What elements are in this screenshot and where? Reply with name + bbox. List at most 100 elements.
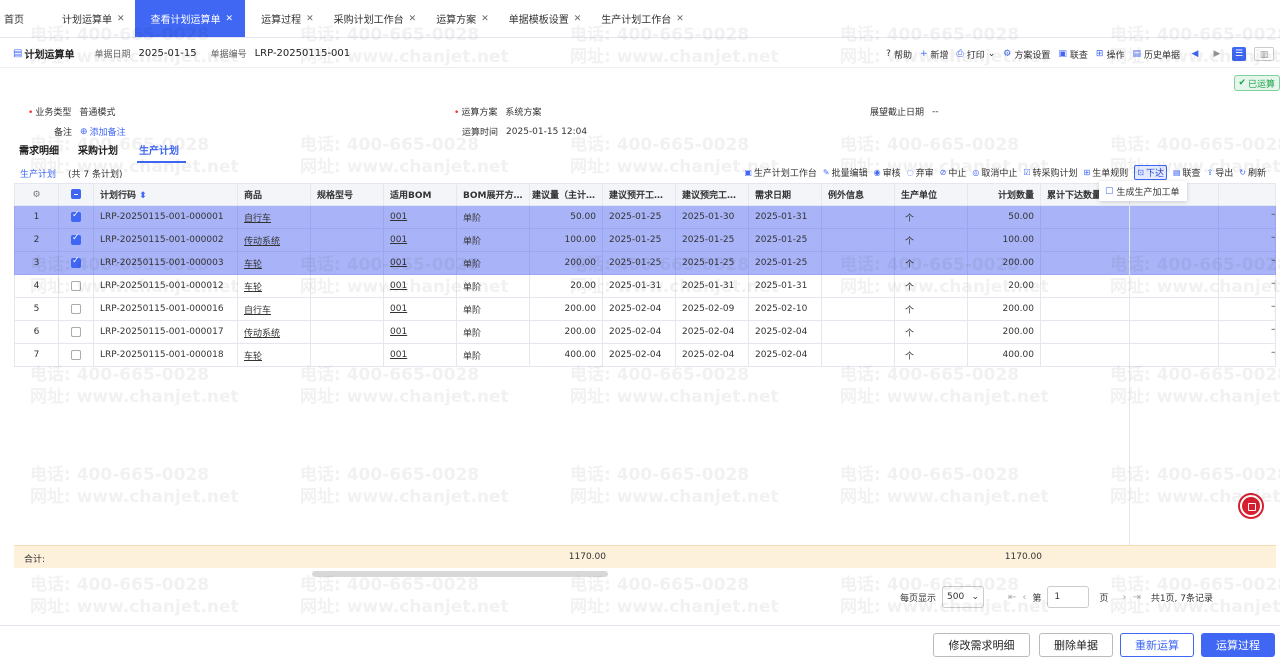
history-button[interactable]: ▤ 历史单据 — [1132, 48, 1180, 61]
row-checkbox[interactable] — [58, 228, 94, 252]
column-header[interactable]: 规格型号 — [310, 183, 384, 206]
table-row[interactable]: 1LRP-20250115-001-000001自行车001单阶50.00202… — [14, 205, 1276, 229]
issue-row-button[interactable]: 下达 — [1271, 352, 1274, 362]
add-remark-button[interactable]: ⊕ 添加备注 — [80, 125, 126, 139]
bom-cell[interactable]: 001 — [383, 343, 457, 367]
suspend-button[interactable]: ⊘ 中止 — [940, 166, 967, 179]
item-cell[interactable]: 车轮 — [237, 251, 311, 275]
page-input[interactable]: 1 — [1047, 586, 1090, 608]
item-cell-link[interactable]: 传动系统 — [244, 329, 280, 339]
item-cell-link[interactable]: 车轮 — [244, 260, 262, 270]
tab-calc-scheme[interactable]: 运算方案 ✕ — [426, 0, 499, 37]
item-cell[interactable]: 自行车 — [237, 297, 311, 321]
print-button[interactable]: ⎙ 打印 ⌄ — [957, 48, 996, 61]
issue-row-button[interactable]: 下达 — [1271, 214, 1274, 224]
row-checkbox[interactable] — [58, 251, 94, 275]
column-header[interactable]: BOM展开方式... — [456, 183, 530, 206]
next-page-icon[interactable]: › — [1122, 592, 1126, 603]
unapprove-button[interactable]: ◌ 弃审 — [907, 166, 934, 179]
tab-purchase-plan[interactable]: 采购计划 — [78, 143, 125, 163]
item-cell-link[interactable]: 自行车 — [244, 214, 271, 224]
close-icon[interactable]: ✕ — [306, 14, 314, 24]
first-page-icon[interactable]: ⇤ — [1008, 592, 1016, 603]
refresh-button[interactable]: ↻ 刷新 — [1239, 166, 1266, 179]
item-cell-link[interactable]: 自行车 — [244, 306, 271, 316]
recalculate-button[interactable]: 重新运算 — [1120, 633, 1194, 657]
item-cell[interactable]: 车轮 — [237, 274, 311, 298]
sort-icon[interactable]: ⬍ — [139, 191, 147, 201]
bom-cell[interactable]: 001 — [383, 251, 457, 275]
column-header[interactable]: 需求日期 — [748, 183, 822, 206]
issue-row-button[interactable]: 下达 — [1271, 329, 1274, 339]
row-checkbox[interactable] — [58, 205, 94, 229]
batch-edit-button[interactable]: ✎ 批量编辑 — [823, 166, 868, 179]
tab-view-plan-calc[interactable]: 查看计划运算单 ✕ — [134, 0, 246, 37]
table-row[interactable]: 4 LRP-20250115-001-000012 车轮 001 单阶 20.00 2025… — [14, 274, 1276, 298]
to-purchase-plan-button[interactable]: ☑ 转采购计划 — [1023, 166, 1077, 179]
table-row[interactable]: 5 LRP-20250115-001-000016 自行车 001 单阶 200.00 20… — [14, 297, 1276, 321]
row-checkbox[interactable] — [58, 297, 94, 321]
scheme-settings-button[interactable]: ⚙ 方案设置 — [1003, 48, 1050, 61]
item-cell[interactable]: 传动系统 — [237, 320, 311, 344]
tab-purchase-workbench[interactable]: 采购计划工作台 ✕ — [324, 0, 427, 37]
bom-cell-link[interactable]: 001 — [390, 235, 407, 245]
close-icon[interactable]: ✕ — [117, 14, 125, 24]
scheme-value[interactable]: 系统方案 — [505, 105, 541, 118]
prev-record-icon[interactable]: ◀ — [1188, 47, 1202, 61]
tab-demand-detail[interactable]: 需求明细 — [19, 143, 66, 163]
tab-template-settings[interactable]: 单据模板设置 ✕ — [499, 0, 592, 37]
tab-home[interactable]: 首页 — [0, 0, 34, 37]
column-header[interactable]: 建议预开工日... — [602, 183, 676, 206]
column-view-icon[interactable]: ▥ — [1254, 47, 1274, 61]
issue-row-button[interactable]: 下达 — [1271, 260, 1274, 270]
help-button[interactable]: ? 帮助 — [886, 48, 912, 61]
bom-cell[interactable]: 001 — [383, 320, 457, 344]
operation-button[interactable]: ⊞ 操作 — [1096, 48, 1125, 61]
page-size-select[interactable]: 500 ⌄ — [942, 586, 985, 608]
list-view-icon[interactable]: ☰ — [1232, 47, 1246, 61]
column-header[interactable]: 商品 — [237, 183, 311, 206]
close-icon[interactable]: ✕ — [226, 14, 234, 24]
issue-row-button[interactable]: 下达 — [1271, 283, 1274, 293]
column-header[interactable]: 适用BOM — [383, 183, 457, 206]
column-header[interactable]: 生产单位 — [894, 183, 968, 206]
issue-row-button[interactable]: 下达 — [1271, 306, 1274, 316]
deadline-value[interactable]: -- — [932, 107, 939, 117]
close-icon[interactable]: ✕ — [409, 14, 417, 24]
bom-cell[interactable]: 001 — [383, 274, 457, 298]
item-cell[interactable]: 自行车 — [237, 205, 311, 229]
bom-cell[interactable]: 001 — [383, 228, 457, 252]
column-header[interactable]: 建议量（主计量） — [529, 183, 603, 206]
column-header[interactable]: 建议预完工日... — [675, 183, 749, 206]
table-row[interactable]: 6 LRP-20250115-001-000017 传动系统 001 单阶 200.00 2… — [14, 320, 1276, 344]
floating-help-button[interactable] — [1240, 495, 1262, 517]
next-record-icon[interactable]: ▶ — [1210, 47, 1224, 61]
section-name[interactable]: 生产计划 — [20, 170, 56, 180]
last-page-icon[interactable]: ⇥ — [1132, 592, 1140, 603]
link-query-button[interactable]: ▣ 联查 — [1058, 48, 1088, 61]
item-cell[interactable]: 传动系统 — [237, 228, 311, 252]
calc-process-button[interactable]: 运算过程 — [1201, 633, 1275, 657]
link-query-grid-button[interactable]: ▤ 联查 — [1173, 166, 1201, 179]
item-cell-link[interactable]: 车轮 — [244, 352, 262, 362]
item-cell-link[interactable]: 传动系统 — [244, 237, 280, 247]
biz-type-value[interactable]: 普通模式 — [79, 105, 115, 118]
bom-cell[interactable]: 001 — [383, 297, 457, 321]
table-row[interactable]: 7 LRP-20250115-001-000018 车轮 001 单阶 400.00 202… — [14, 343, 1276, 367]
table-row[interactable]: 2LRP-20250115-001-000002传动系统001单阶100.002… — [14, 228, 1276, 252]
issue-button[interactable]: ⊡ 下达 — [1134, 165, 1167, 180]
column-header[interactable]: 例外信息 — [821, 183, 895, 206]
cancel-suspend-button[interactable]: ◎ 取消中止 — [972, 166, 1017, 179]
edit-demand-button[interactable]: 修改需求明细 — [933, 633, 1030, 657]
tab-plan-calc-list[interactable]: 计划运算单 ✕ — [52, 0, 135, 37]
prev-page-icon[interactable]: ‹ — [1022, 592, 1026, 603]
issue-row-button[interactable]: 下达 — [1271, 237, 1274, 247]
column-settings-icon[interactable]: ⚙ — [14, 183, 59, 206]
bom-cell-link[interactable]: 001 — [390, 327, 407, 337]
issue-dropdown-item[interactable]: ▢ 生成生产加工单 — [1099, 181, 1187, 201]
select-all-checkbox[interactable] — [58, 183, 94, 206]
tab-calc-process[interactable]: 运算过程 ✕ — [251, 0, 324, 37]
bom-cell-link[interactable]: 001 — [390, 281, 407, 291]
export-button[interactable]: ⇪ 导出 — [1207, 166, 1234, 179]
tab-production-plan[interactable]: 生产计划 — [137, 143, 186, 163]
